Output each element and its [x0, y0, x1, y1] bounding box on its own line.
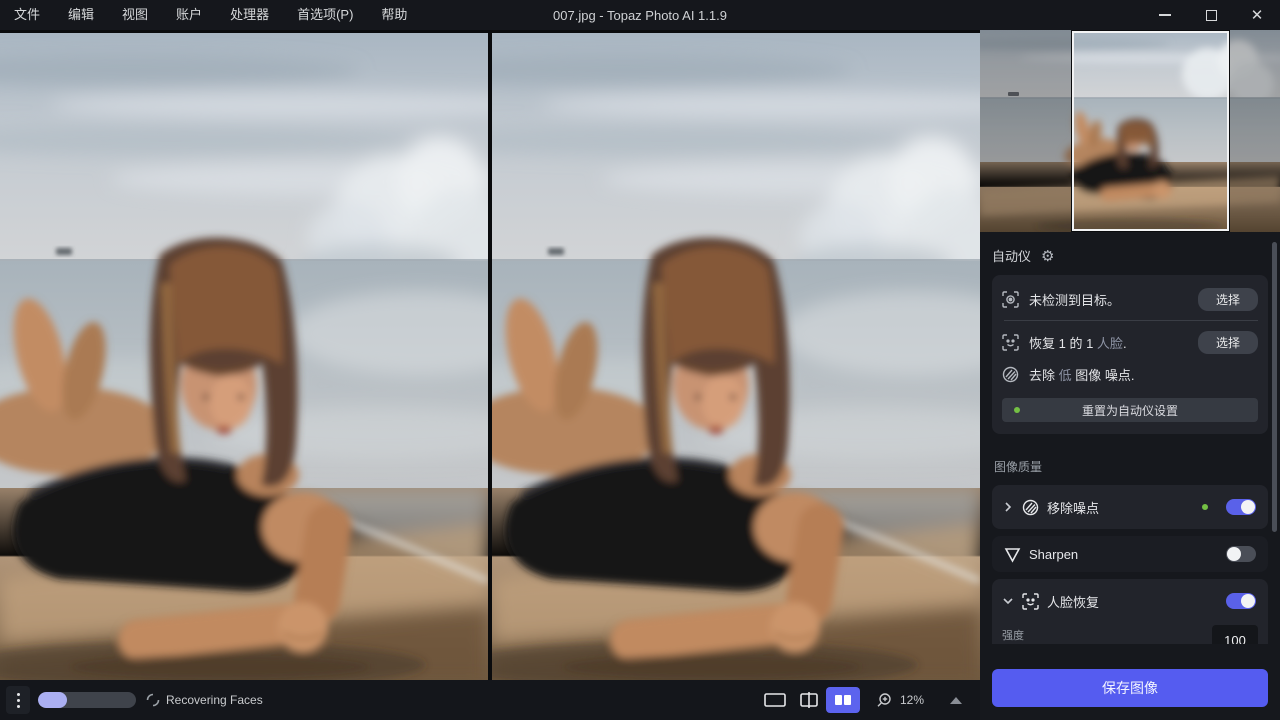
maximize-button[interactable] [1188, 0, 1234, 30]
face-detect-icon [1002, 334, 1019, 351]
settings-scroll-area: 自动仪 ⚙ 未检测到目标。 选择 恢复 1 的 1 人脸. 选择 [980, 232, 1280, 644]
subject-select-button[interactable]: 选择 [1198, 288, 1258, 311]
after-image-pane[interactable] [492, 33, 980, 680]
denoise-status-dot [1202, 504, 1208, 510]
single-view-icon [764, 693, 786, 707]
menu-file[interactable]: 文件 [0, 0, 54, 30]
split-view-icon [799, 692, 819, 708]
minimize-icon [1159, 14, 1171, 16]
noise-icon [1002, 366, 1019, 383]
side-by-side-view-icon [834, 694, 852, 706]
subject-detect-text: 未检测到目标。 [1029, 290, 1188, 309]
save-image-button[interactable]: 保存图像 [992, 669, 1268, 707]
face-recovery-toggle[interactable] [1226, 593, 1256, 609]
denoise-card: 移除噪点 [992, 485, 1268, 529]
noise-detect-text: 去除 低 图像 噪点. [1029, 365, 1258, 384]
strength-label: 强度 [1002, 627, 1200, 643]
reset-autopilot-button[interactable]: 重置为自动仪设置 [1002, 398, 1258, 422]
kebab-menu-button[interactable] [6, 686, 30, 714]
navigator-dim-right [1229, 30, 1280, 232]
autopilot-title: 自动仪 [992, 246, 1031, 265]
divider [1004, 320, 1258, 321]
sharpen-header[interactable]: Sharpen [992, 536, 1268, 572]
face-recovery-header[interactable]: 人脸恢复 [992, 579, 1268, 623]
save-area: 保存图像 [980, 664, 1280, 720]
face-detect-row: 恢复 1 的 1 人脸. 选择 [1002, 330, 1258, 354]
face-recovery-card: 人脸恢复 强度 1人脸选择 [992, 579, 1268, 644]
autopilot-status-dot [1014, 407, 1020, 413]
right-panel: 自动仪 ⚙ 未检测到目标。 选择 恢复 1 的 1 人脸. 选择 [980, 30, 1280, 720]
chevron-right-icon[interactable] [1002, 501, 1014, 513]
navigator-dim-left [980, 30, 1072, 232]
menu-edit[interactable]: 编辑 [54, 0, 108, 30]
subject-detect-icon [1002, 291, 1019, 308]
strength-value-input[interactable] [1212, 625, 1258, 644]
sharpen-toggle[interactable] [1226, 546, 1256, 562]
denoise-icon [1022, 499, 1039, 516]
denoise-toggle[interactable] [1226, 499, 1256, 515]
chevron-down-icon[interactable] [1002, 595, 1014, 607]
sharpen-label: Sharpen [1029, 547, 1218, 562]
gear-icon[interactable]: ⚙ [1041, 247, 1054, 265]
face-select-button[interactable]: 选择 [1198, 331, 1258, 354]
noise-level-link[interactable]: 低 [1059, 368, 1072, 383]
panel-scrollbar[interactable] [1272, 242, 1277, 532]
close-button[interactable]: ✕ [1234, 0, 1280, 30]
minimize-button[interactable] [1142, 0, 1188, 30]
menu-processor[interactable]: 处理器 [216, 0, 283, 30]
zoom-level-value[interactable]: 12% [900, 693, 928, 707]
zoom-control[interactable]: 12% [876, 692, 962, 708]
face-recovery-label: 人脸恢复 [1047, 592, 1218, 611]
sharpen-icon [1004, 546, 1021, 563]
toggle-knob [1241, 594, 1255, 608]
navigator-viewport-rect[interactable] [1072, 31, 1229, 231]
status-text: Recovering Faces [166, 693, 263, 707]
face-target-link[interactable]: 人脸 [1097, 336, 1123, 351]
toggle-knob [1241, 500, 1255, 514]
zoom-menu-triangle-icon[interactable] [950, 697, 962, 704]
before-image-pane[interactable] [0, 33, 488, 680]
image-quality-section-title: 图像质量 [994, 458, 1268, 475]
zoom-in-icon[interactable] [876, 692, 892, 708]
face-recovery-icon [1022, 593, 1039, 610]
menu-help[interactable]: 帮助 [367, 0, 421, 30]
titlebar: 文件 编辑 视图 账户 处理器 首选项(P) 帮助 007.jpg - Topa… [0, 0, 1280, 30]
face-detect-text: 恢复 1 的 1 人脸. [1029, 333, 1188, 352]
spinner-icon [146, 693, 160, 707]
single-view-button[interactable] [758, 687, 792, 713]
close-icon: ✕ [1251, 8, 1264, 23]
side-by-side-view-button[interactable] [826, 687, 860, 713]
noise-detect-row: 去除 低 图像 噪点. [1002, 362, 1258, 386]
autopilot-status-card: 未检测到目标。 选择 恢复 1 的 1 人脸. 选择 去除 低 图像 噪点. [992, 275, 1268, 434]
navigator-thumbnail[interactable] [980, 30, 1280, 232]
sharpen-card: Sharpen [992, 536, 1268, 572]
split-view-button[interactable] [792, 687, 826, 713]
status-bar: Recovering Faces 12% [0, 680, 980, 720]
progress-bar [38, 692, 136, 708]
window-title: 007.jpg - Topaz Photo AI 1.1.9 [553, 8, 727, 23]
menu-preferences[interactable]: 首选项(P) [283, 0, 367, 30]
menu-view[interactable]: 视图 [108, 0, 162, 30]
denoise-label: 移除噪点 [1047, 498, 1194, 517]
progress-fill [38, 692, 67, 708]
image-viewer [0, 30, 980, 680]
toggle-knob [1227, 547, 1241, 561]
menu-account[interactable]: 账户 [162, 0, 216, 30]
subject-detect-row: 未检测到目标。 选择 [1002, 287, 1258, 311]
denoise-header[interactable]: 移除噪点 [992, 485, 1268, 529]
maximize-icon [1206, 10, 1217, 21]
